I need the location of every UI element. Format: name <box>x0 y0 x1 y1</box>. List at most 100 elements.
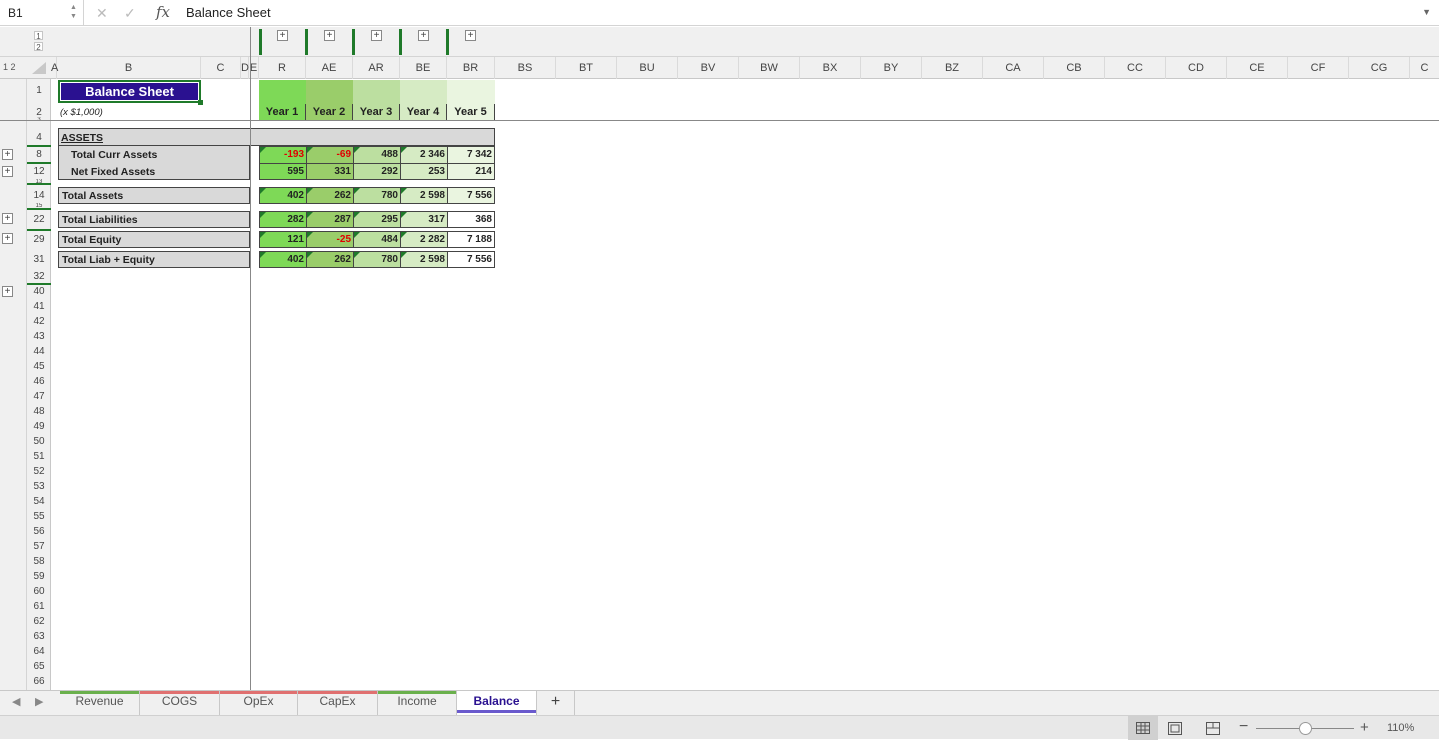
year-header[interactable]: Year 1 <box>259 104 306 121</box>
col-header[interactable]: CC <box>1105 57 1166 79</box>
value-cell[interactable]: 295 <box>353 211 401 228</box>
row-header[interactable]: 8 <box>27 147 51 162</box>
value-cell[interactable]: 368 <box>447 211 495 228</box>
expand-row-group-button[interactable]: + <box>2 213 13 224</box>
value-cell[interactable]: 484 <box>353 231 401 248</box>
value-cell[interactable]: 287 <box>306 211 354 228</box>
freeze-pane-horizontal[interactable] <box>0 120 1439 121</box>
value-cell[interactable]: 488 <box>353 146 401 164</box>
row-header[interactable]: 54 <box>27 494 51 509</box>
row-label[interactable]: Total Liab + Equity <box>58 251 250 268</box>
value-cell[interactable]: 2 598 <box>400 187 448 204</box>
col-header[interactable]: CA <box>983 57 1044 79</box>
row-header[interactable]: 60 <box>27 584 51 599</box>
scroll-left-icon[interactable]: ◀ <box>12 695 20 708</box>
row-header[interactable]: 22 <box>27 212 51 227</box>
row-header[interactable]: 64 <box>27 644 51 659</box>
col-header[interactable]: AE <box>306 57 353 79</box>
col-header[interactable]: BS <box>495 57 556 79</box>
zoom-slider-thumb[interactable] <box>1299 722 1312 735</box>
outline-level-2[interactable]: 2 <box>34 42 43 52</box>
year-header[interactable]: Year 5 <box>447 104 495 121</box>
year-header[interactable]: Year 4 <box>400 104 447 121</box>
tab-balance[interactable]: Balance <box>457 691 537 715</box>
row-header[interactable]: 45 <box>27 359 51 374</box>
value-cell[interactable]: 292 <box>353 163 401 180</box>
fill-handle[interactable] <box>198 100 203 105</box>
col-header[interactable]: C <box>1410 57 1439 79</box>
tab-opex[interactable]: OpEx <box>220 691 298 715</box>
value-cell[interactable]: 282 <box>259 211 307 228</box>
expand-row-group-button[interactable]: + <box>2 166 13 177</box>
value-cell[interactable]: -25 <box>306 231 354 248</box>
col-header[interactable]: BY <box>861 57 922 79</box>
row-label[interactable]: Total Curr Assets <box>68 147 248 163</box>
fx-icon[interactable]: fx <box>156 3 170 21</box>
value-cell[interactable]: 214 <box>447 163 495 180</box>
row-header[interactable]: 55 <box>27 509 51 524</box>
name-box[interactable]: B1 ▲ ▼ <box>0 0 84 26</box>
tab-cogs[interactable]: COGS <box>140 691 220 715</box>
row-header[interactable]: 42 <box>27 314 51 329</box>
expand-group-button[interactable]: + <box>277 30 288 41</box>
col-header[interactable]: CD <box>1166 57 1227 79</box>
col-header[interactable]: D <box>241 57 249 79</box>
row-header[interactable]: 58 <box>27 554 51 569</box>
scroll-right-icon[interactable]: ▶ <box>35 695 43 708</box>
row-header[interactable]: 43 <box>27 329 51 344</box>
col-outline-levels[interactable]: 1 2 <box>3 62 16 72</box>
value-cell[interactable]: 595 <box>259 163 307 180</box>
tab-revenue[interactable]: Revenue <box>60 691 140 715</box>
year-header[interactable]: Year 2 <box>306 104 353 121</box>
add-sheet-button[interactable]: + <box>537 691 575 715</box>
col-header[interactable]: AR <box>353 57 400 79</box>
expand-group-button[interactable]: + <box>465 30 476 41</box>
expand-group-button[interactable]: + <box>371 30 382 41</box>
col-header[interactable]: BV <box>678 57 739 79</box>
value-cell[interactable]: 262 <box>306 251 354 268</box>
normal-view-button[interactable] <box>1128 716 1158 740</box>
row-header[interactable]: 46 <box>27 374 51 389</box>
zoom-out-button[interactable]: − <box>1239 718 1248 736</box>
value-cell[interactable]: 780 <box>353 187 401 204</box>
col-header[interactable]: CE <box>1227 57 1288 79</box>
col-header[interactable]: BZ <box>922 57 983 79</box>
row-label[interactable]: Total Equity <box>58 231 250 248</box>
row-label[interactable]: Total Assets <box>58 187 250 204</box>
zoom-in-button[interactable]: + <box>1360 719 1369 736</box>
row-header[interactable]: 62 <box>27 614 51 629</box>
value-cell[interactable]: 2 282 <box>400 231 448 248</box>
value-cell[interactable]: 2 346 <box>400 146 448 164</box>
expand-group-button[interactable]: + <box>418 30 429 41</box>
value-cell[interactable]: 262 <box>306 187 354 204</box>
expand-row-group-button[interactable]: + <box>2 233 13 244</box>
row-header[interactable]: 32 <box>27 269 51 284</box>
col-header[interactable]: CG <box>1349 57 1410 79</box>
value-cell[interactable]: 121 <box>259 231 307 248</box>
col-header[interactable]: BE <box>400 57 447 79</box>
freeze-pane-vertical[interactable] <box>250 27 251 691</box>
row-header[interactable]: 47 <box>27 389 51 404</box>
name-box-spinner-icon[interactable]: ▲ ▼ <box>70 3 77 21</box>
col-header[interactable]: R <box>259 57 306 79</box>
value-cell[interactable]: 402 <box>259 187 307 204</box>
assets-header[interactable]: ASSETS <box>61 130 103 146</box>
row-header[interactable]: 66 <box>27 674 51 689</box>
cancel-icon[interactable]: ✕ <box>96 5 108 22</box>
row-header[interactable]: 4 <box>27 130 51 145</box>
col-header[interactable]: CF <box>1288 57 1349 79</box>
row-header[interactable]: 59 <box>27 569 51 584</box>
col-header[interactable]: CB <box>1044 57 1105 79</box>
row-header[interactable]: 53 <box>27 479 51 494</box>
row-label[interactable]: Net Fixed Assets <box>68 164 248 180</box>
value-cell[interactable]: 7 556 <box>447 187 495 204</box>
col-header[interactable]: BU <box>617 57 678 79</box>
confirm-icon[interactable]: ✓ <box>124 5 136 22</box>
page-layout-button[interactable] <box>1168 722 1182 735</box>
col-header[interactable]: BT <box>556 57 617 79</box>
zoom-level[interactable]: 110% <box>1387 722 1414 734</box>
row-header[interactable]: 50 <box>27 434 51 449</box>
row-header[interactable]: 51 <box>27 449 51 464</box>
value-cell[interactable]: -193 <box>259 146 307 164</box>
row-header[interactable]: 31 <box>27 252 51 267</box>
